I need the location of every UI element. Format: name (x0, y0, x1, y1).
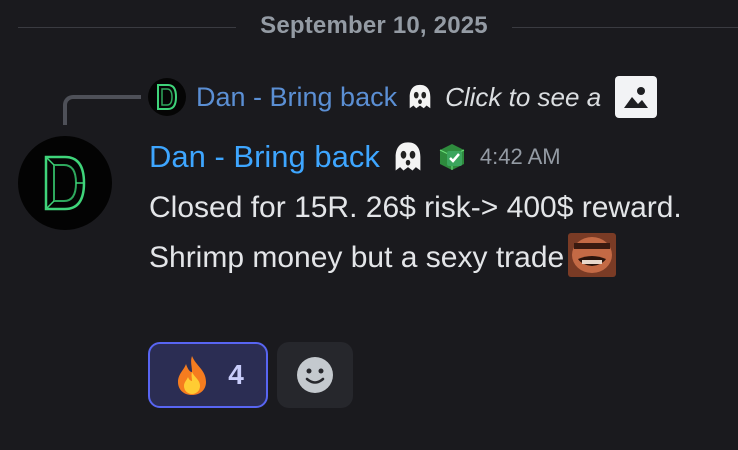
smiley-face-icon (297, 357, 333, 393)
add-reaction-button[interactable] (277, 342, 353, 408)
green-checkmark-badge-icon[interactable] (436, 141, 468, 173)
image-attachment-icon (615, 76, 658, 118)
reply-preview-text[interactable]: Click to see a (445, 82, 601, 113)
ghost-icon (409, 84, 431, 109)
d-logo-icon (157, 84, 178, 110)
user-avatar[interactable] (18, 136, 112, 230)
date-label: September 10, 2025 (260, 12, 488, 39)
reply-username[interactable]: Dan - Bring back (196, 82, 397, 113)
reply-avatar[interactable] (148, 78, 186, 116)
ghost-icon (395, 142, 421, 171)
d-logo-icon (44, 155, 86, 211)
message-username[interactable]: Dan - Bring back (149, 139, 380, 175)
message-timestamp[interactable]: 4:42 AM (480, 144, 561, 170)
divider-line-left (18, 27, 236, 28)
divider-line-right (512, 27, 738, 28)
fire-reaction-button[interactable]: 4 (148, 342, 268, 408)
fire-icon (178, 356, 207, 395)
reply-preview[interactable]: Dan - Bring back Click to see a (148, 76, 658, 118)
reaction-count: 4 (228, 359, 244, 390)
message-header: Dan - Bring back 4:42 AM (149, 136, 561, 178)
reply-connector (63, 95, 141, 125)
laughing-face-emoji-icon (568, 233, 617, 277)
message-content: Closed for 15R. 26$ risk-> 400$ reward. … (149, 183, 709, 283)
date-divider: September 10, 2025 (0, 0, 738, 56)
